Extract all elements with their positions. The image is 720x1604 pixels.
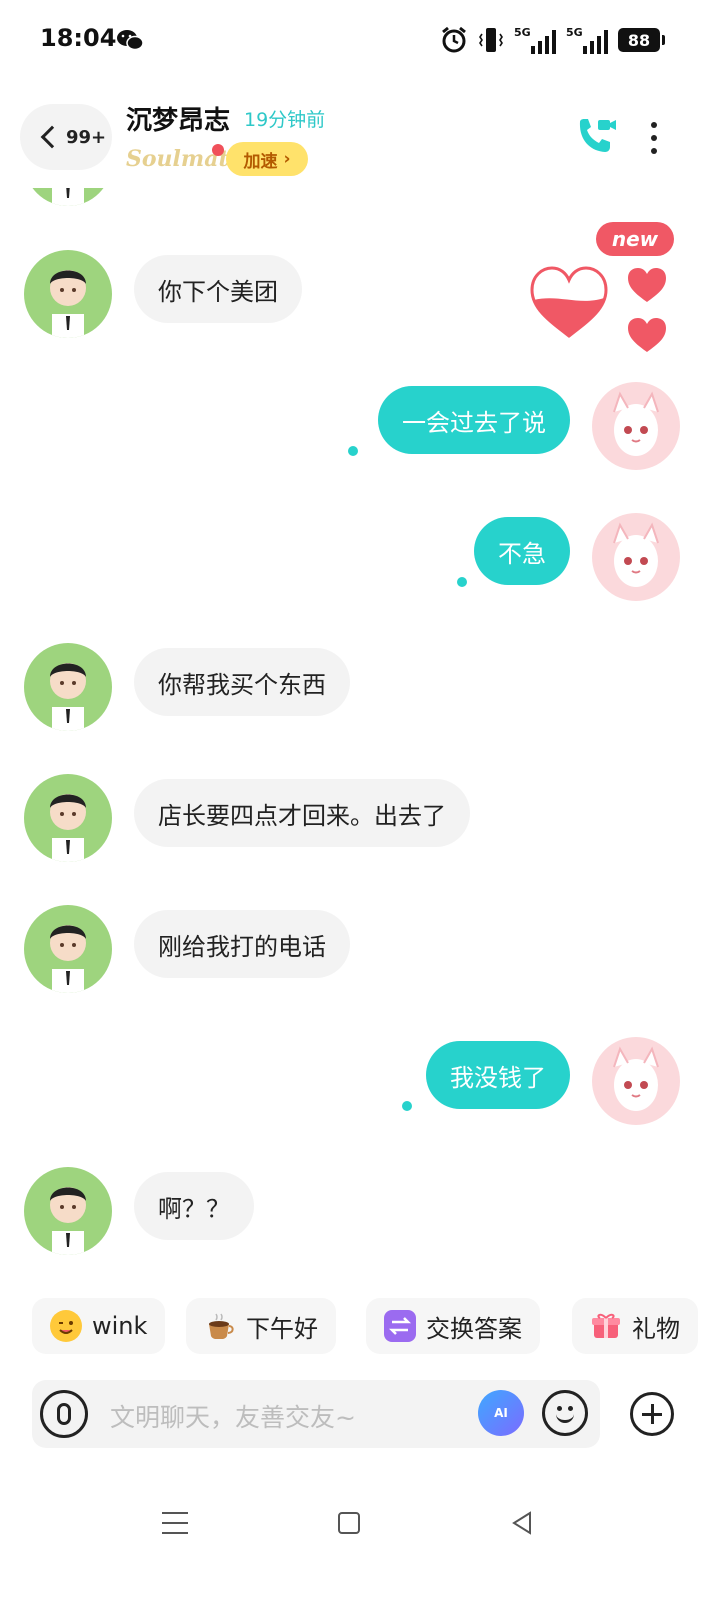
- chip-label: 交换答案: [426, 1314, 522, 1343]
- signal-1-label: 5G: [514, 26, 531, 39]
- message-input-bar: 文明聊天，友善交友~ AI: [32, 1380, 600, 1448]
- signal-2-icon: 5G: [566, 26, 608, 54]
- message-bubble-outgoing[interactable]: 我没钱了: [426, 1041, 570, 1109]
- speed-up-label: 加速: [243, 151, 278, 172]
- recent-apps-icon[interactable]: [162, 1512, 188, 1534]
- message-bubble-incoming[interactable]: 店长要四点才回来。出去了: [134, 779, 470, 847]
- message-bubble-incoming[interactable]: 你帮我买个东西: [134, 648, 350, 716]
- status-time: 18:04: [40, 24, 117, 52]
- chip-label: 礼物: [632, 1314, 680, 1343]
- back-triangle-icon[interactable]: [510, 1510, 534, 1536]
- last-seen: 19分钟前: [244, 109, 326, 131]
- contact-avatar[interactable]: [24, 905, 112, 993]
- message-bubble-incoming[interactable]: 刚给我打的电话: [134, 910, 350, 978]
- ai-assistant-icon[interactable]: AI: [478, 1390, 524, 1436]
- exchange-icon: [384, 1310, 416, 1342]
- contact-avatar[interactable]: [24, 188, 112, 206]
- read-indicator: [402, 1101, 412, 1111]
- message-bubble-incoming[interactable]: 你下个美团: [134, 255, 302, 323]
- voice-input-icon[interactable]: [40, 1390, 88, 1438]
- heart-icon[interactable]: [528, 264, 610, 340]
- message-list[interactable]: new 你下个美团 一会过去了说 不急 你帮我买个东西 店长要四点才回来。出去了…: [0, 188, 720, 1288]
- home-icon[interactable]: [338, 1512, 360, 1534]
- wechat-icon: [117, 30, 144, 51]
- heart-icon: [628, 268, 666, 302]
- speed-up-button[interactable]: 加速 ›: [226, 142, 308, 176]
- quick-reply-bar: wink 下午好 交换答案 礼物: [0, 1296, 720, 1356]
- chip-label: 下午好: [246, 1314, 318, 1343]
- unread-count: 99+: [66, 126, 107, 148]
- chip-label: wink: [92, 1312, 148, 1340]
- ai-label: AI: [494, 1406, 508, 1420]
- heart-icon: [628, 318, 666, 352]
- my-avatar[interactable]: [592, 1037, 680, 1125]
- chip-exchange-answers[interactable]: 交换答案: [366, 1298, 540, 1354]
- more-menu-icon[interactable]: [644, 118, 664, 158]
- my-avatar[interactable]: [592, 513, 680, 601]
- chip-gift[interactable]: 礼物: [572, 1298, 698, 1354]
- signal-1-icon: 5G: [514, 26, 556, 54]
- chevron-left-icon: [40, 125, 64, 149]
- chip-good-afternoon[interactable]: 下午好: [186, 1298, 336, 1354]
- chevron-right-icon: ›: [283, 149, 291, 169]
- emoji-icon[interactable]: [542, 1390, 588, 1436]
- contact-avatar[interactable]: [24, 643, 112, 731]
- read-indicator: [457, 577, 467, 587]
- read-indicator: [348, 446, 358, 456]
- message-input[interactable]: 文明聊天，友善交友~: [110, 1398, 356, 1434]
- wink-emoji-icon: [50, 1310, 82, 1342]
- new-badge: new: [596, 222, 674, 256]
- chat-header: 99+ 沉梦昂志 19分钟前 Soulmate 加速 ›: [0, 88, 720, 188]
- message-bubble-incoming[interactable]: 啊？？: [134, 1172, 254, 1240]
- video-call-icon[interactable]: [574, 116, 618, 156]
- contact-avatar[interactable]: [24, 774, 112, 862]
- status-bar: 18:04 5G 5G 88: [0, 0, 720, 80]
- alarm-icon: [442, 26, 466, 53]
- add-attachment-icon[interactable]: [630, 1392, 674, 1436]
- message-bubble-outgoing[interactable]: 一会过去了说: [378, 386, 570, 454]
- battery-icon: 88: [618, 28, 665, 52]
- notification-dot: [212, 144, 224, 156]
- contact-name[interactable]: 沉梦昂志: [126, 100, 230, 137]
- system-nav-bar: [0, 1490, 720, 1570]
- message-bubble-outgoing[interactable]: 不急: [474, 517, 570, 585]
- contact-avatar[interactable]: [24, 1167, 112, 1255]
- gift-icon: [590, 1310, 622, 1342]
- back-button[interactable]: 99+: [20, 104, 112, 170]
- contact-avatar[interactable]: [24, 250, 112, 338]
- vibrate-icon: [479, 28, 503, 52]
- battery-level: 88: [627, 30, 651, 50]
- chip-wink[interactable]: wink: [32, 1298, 166, 1354]
- my-avatar[interactable]: [592, 382, 680, 470]
- coffee-cup-icon: [204, 1310, 236, 1342]
- signal-2-label: 5G: [566, 26, 583, 39]
